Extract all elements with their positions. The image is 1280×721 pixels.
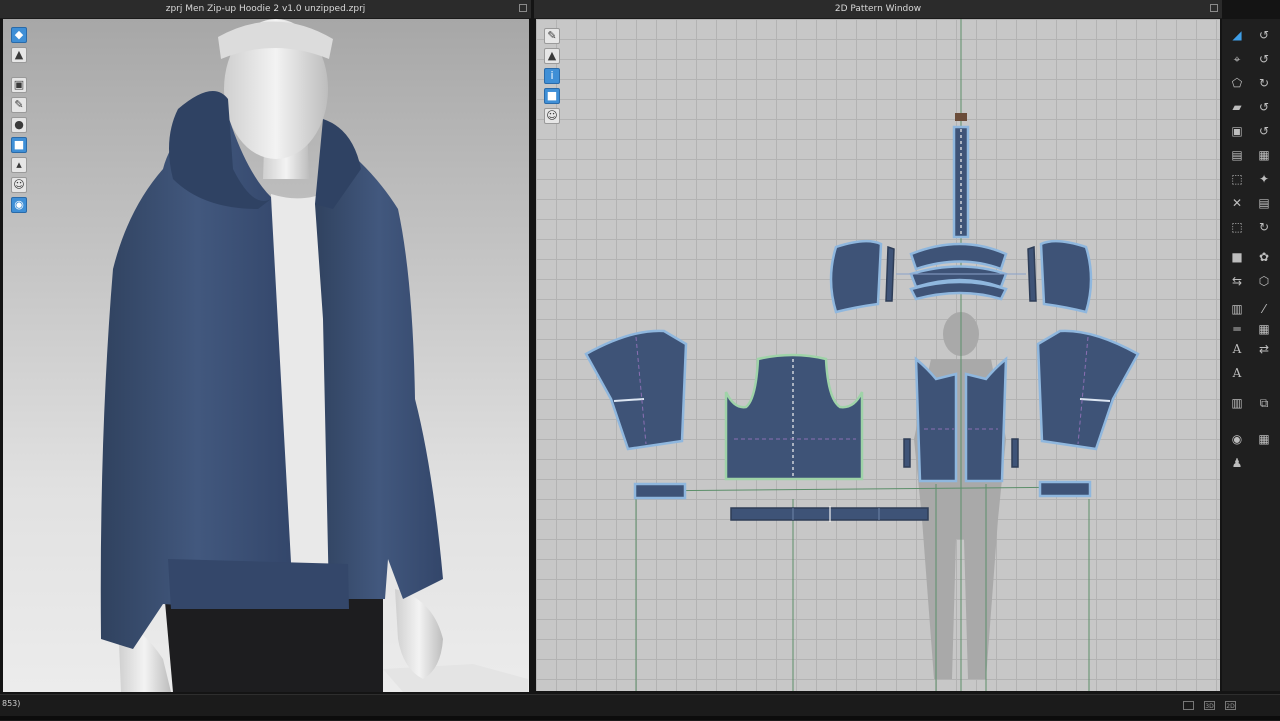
pattern-hood-gusset-left[interactable]	[885, 245, 895, 302]
seam-line-icon[interactable]: ⬚	[1228, 171, 1246, 187]
right-toolbar: ◢ ↺ ⌖ ↺ ⬠ ↻ ▰ ↺ ▣ ↺ ▤ ▦ ⬚ ✦ ✕ ▤ ⬚ ↻ ■ ✿ …	[1222, 19, 1280, 691]
pattern-hem-band[interactable]	[730, 506, 929, 522]
pattern-hood-right[interactable]	[1039, 239, 1093, 314]
2d-pattern-viewport[interactable]: ✎ ▲ i ■ ☺	[536, 19, 1220, 691]
fabric-render-icon[interactable]: ■	[11, 137, 27, 153]
avatar-hand-left	[395, 589, 443, 679]
text-edit-icon[interactable]: A	[1228, 365, 1246, 381]
texture-icon[interactable]: ✎	[11, 97, 27, 113]
avatar-icon[interactable]: ☺	[11, 177, 27, 193]
table-icon[interactable]: ▦	[1255, 431, 1273, 447]
hoodie-right-panel	[315, 139, 443, 599]
3d-viewport[interactable]: ◆ ▲ ▣ ✎ ● ■ ▴ ☺ ◉	[3, 19, 529, 692]
pattern-hood-strip[interactable]	[952, 113, 970, 239]
add-point-icon[interactable]: ⌖	[1228, 51, 1246, 67]
garment-icon[interactable]: ▲	[11, 47, 27, 63]
info-icon[interactable]: i	[544, 68, 560, 84]
toolbar-3d: ◆ ▲ ▣ ✎ ● ■ ▴ ☺ ◉	[11, 27, 27, 213]
edit-tool-icon[interactable]: ✎	[544, 28, 560, 44]
fold-arrangement-icon[interactable]: ▦	[1255, 321, 1273, 337]
pose-icon[interactable]: ●	[11, 117, 27, 133]
graphic-icon[interactable]: ✿	[1255, 249, 1273, 265]
maximize-icon[interactable]	[519, 4, 527, 12]
shirt-icon[interactable]: ▲	[544, 48, 560, 64]
shoe-icon[interactable]: ▴	[11, 157, 27, 173]
hoodie-hem	[168, 559, 349, 609]
pattern-sleeve-left[interactable]	[584, 329, 688, 451]
taskbar-strip	[0, 716, 1280, 720]
free-sewing-icon[interactable]: ▤	[1255, 195, 1273, 211]
avatar-silhouette-icon[interactable]: ☺	[544, 108, 560, 124]
tack-icon[interactable]: ⬚	[1228, 219, 1246, 235]
globe-icon[interactable]: ◉	[11, 197, 27, 213]
notch-icon[interactable]: ▦	[1255, 147, 1273, 163]
pattern-sleeve-right[interactable]	[1036, 329, 1140, 451]
avatar-garment-render	[100, 19, 528, 692]
status-text: 853)	[2, 699, 21, 708]
record-icon[interactable]: ■	[1228, 249, 1246, 265]
avatar-measure-icon[interactable]: ◉	[1228, 431, 1246, 447]
pattern-hood-center-bottom[interactable]	[909, 280, 1008, 301]
trace-icon[interactable]: ▤	[1228, 147, 1246, 163]
annotation-icon[interactable]: ⇄	[1255, 341, 1273, 357]
window-3d-title: zprj Men Zip-up Hoodie 2 v1.0 unzipped.z…	[165, 4, 366, 14]
pin-icon[interactable]: ↻	[1255, 219, 1273, 235]
edit-curve-icon[interactable]: ↺	[1255, 27, 1273, 43]
pattern-hood-center-top[interactable]	[909, 242, 1008, 271]
puckering-icon[interactable]: ⁄	[1255, 301, 1273, 317]
pattern-hood-gusset-right[interactable]	[1027, 245, 1037, 302]
topstitch-icon[interactable]: ═	[1228, 321, 1246, 337]
window-2d-titlebar: 2D Pattern Window	[534, 0, 1222, 19]
transform-pattern-icon[interactable]: ◢	[1228, 27, 1246, 43]
circle-icon[interactable]: ↺	[1255, 123, 1273, 139]
fold-icon[interactable]: ✦	[1255, 171, 1273, 187]
edit-texture-icon[interactable]: ⇆	[1228, 273, 1246, 289]
window-2d-title: 2D Pattern Window	[834, 4, 922, 14]
pattern-back-body[interactable]	[724, 353, 864, 481]
measure-icon[interactable]: ⧉	[1255, 395, 1273, 411]
pattern-canvas	[584, 19, 1140, 691]
zipper-icon[interactable]: ▥	[1228, 301, 1246, 317]
view-2d-icon[interactable]: 2D	[1225, 701, 1236, 710]
fabric-icon[interactable]: ■	[544, 88, 560, 104]
toolbar-2d: ✎ ▲ i ■ ☺	[544, 28, 560, 124]
grading-icon[interactable]: ▥	[1228, 395, 1246, 411]
segment-sewing-icon[interactable]: ✕	[1228, 195, 1246, 211]
avatar-display-icon[interactable]: ▣	[11, 77, 27, 93]
pattern-hood-left[interactable]	[829, 239, 883, 314]
text-tool-icon[interactable]: A	[1228, 341, 1246, 357]
rectangle-icon[interactable]: ↻	[1255, 75, 1273, 91]
dart-icon[interactable]: ▣	[1228, 123, 1246, 139]
curve-point-icon[interactable]: ↺	[1255, 51, 1273, 67]
layout-icon[interactable]	[1183, 701, 1194, 710]
internal-rect-icon[interactable]: ↺	[1255, 99, 1273, 115]
view-3d-icon[interactable]: 3D	[1204, 701, 1215, 710]
pattern-cuff-left[interactable]	[633, 482, 687, 500]
pattern-front-left[interactable]	[914, 356, 958, 483]
pattern-pocket-left[interactable]	[903, 438, 911, 468]
button-icon[interactable]: ⬡	[1255, 273, 1273, 289]
cube-view-icon[interactable]: ◆	[11, 27, 27, 43]
maximize-icon[interactable]	[1210, 4, 1218, 12]
floor-grid	[383, 664, 528, 692]
window-3d-titlebar: zprj Men Zip-up Hoodie 2 v1.0 unzipped.z…	[0, 0, 531, 19]
avatar-silhouette	[914, 312, 1006, 679]
internal-shape-icon[interactable]: ▰	[1228, 99, 1246, 115]
pattern-cuff-right[interactable]	[1038, 480, 1092, 498]
pattern-front-right[interactable]	[964, 356, 1008, 483]
figure-icon[interactable]: ♟	[1228, 455, 1246, 471]
pattern-pocket-right[interactable]	[1011, 438, 1019, 468]
polygon-icon[interactable]: ⬠	[1228, 75, 1246, 91]
